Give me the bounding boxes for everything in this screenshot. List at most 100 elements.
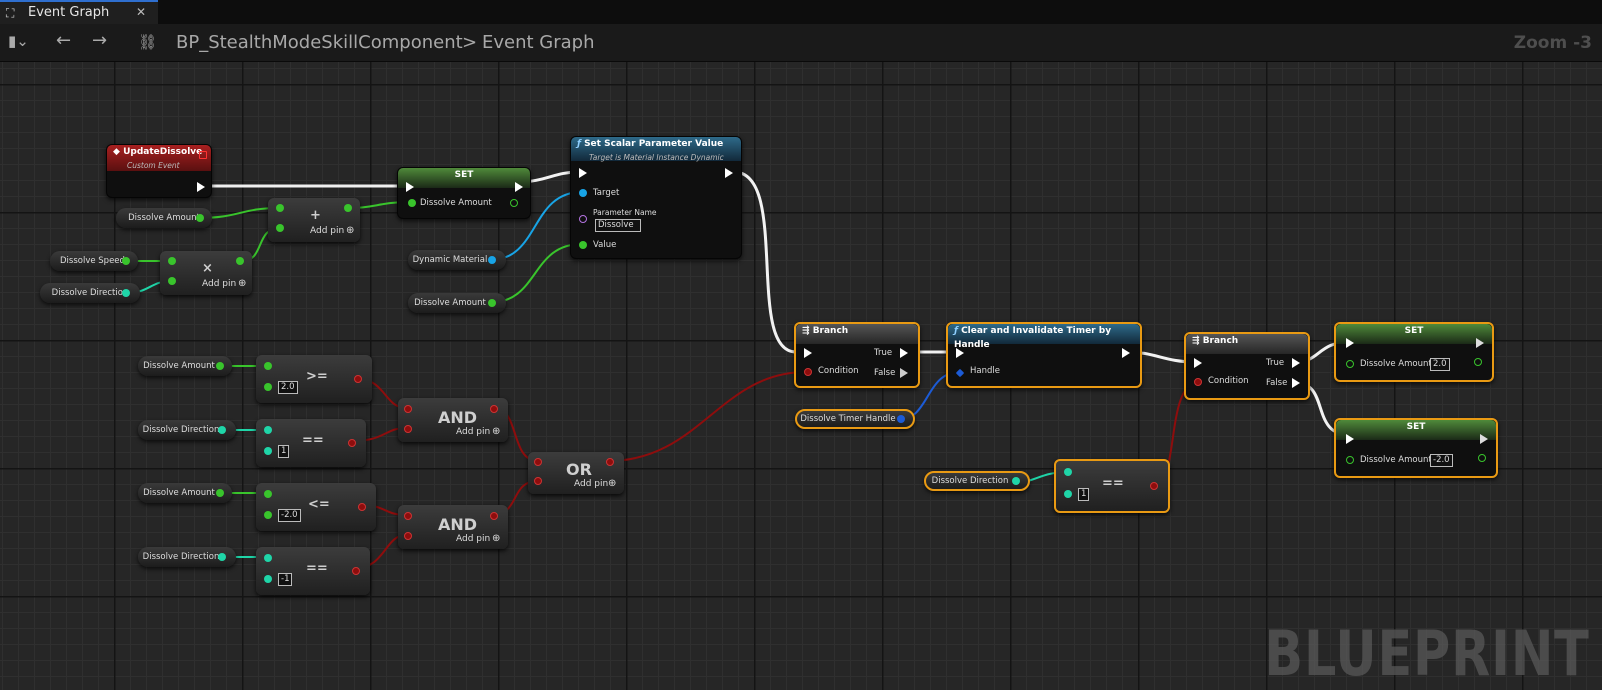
add-pin-button[interactable]: Add pin bbox=[456, 534, 490, 544]
int-pin[interactable] bbox=[1064, 490, 1072, 498]
float-pin[interactable] bbox=[276, 224, 284, 232]
exec-in-pin[interactable] bbox=[1346, 338, 1354, 348]
bool-pin[interactable] bbox=[404, 425, 412, 433]
object-pin[interactable] bbox=[579, 189, 587, 197]
float-out-pin[interactable] bbox=[236, 257, 244, 265]
branch-node[interactable]: ⇶ Branch Condition True False bbox=[1184, 332, 1310, 400]
int-out-pin[interactable] bbox=[218, 426, 226, 434]
exec-in-pin[interactable] bbox=[406, 182, 414, 192]
greater-equal-node[interactable]: 2.0 >= bbox=[256, 355, 372, 403]
int-pin[interactable] bbox=[264, 426, 272, 434]
bool-out-pin[interactable] bbox=[358, 503, 366, 511]
equal-node[interactable]: -1 == bbox=[256, 547, 370, 595]
add-pin-button[interactable]: Add pin bbox=[310, 226, 344, 236]
exec-false-pin[interactable] bbox=[1292, 378, 1300, 388]
int-pin[interactable] bbox=[1064, 468, 1072, 476]
var-dissolve-direction[interactable]: Dissolve Direction bbox=[138, 547, 236, 567]
int-pin[interactable] bbox=[264, 447, 272, 455]
exec-in-pin[interactable] bbox=[804, 348, 812, 358]
and-node[interactable]: AND Add pin ⊕ bbox=[398, 505, 508, 549]
exec-in-pin[interactable] bbox=[956, 348, 964, 358]
exec-in-pin[interactable] bbox=[579, 168, 587, 178]
back-arrow-icon[interactable]: ← bbox=[56, 30, 71, 51]
int-out-pin[interactable] bbox=[122, 289, 130, 297]
int-out-pin[interactable] bbox=[1012, 477, 1020, 485]
exec-out-pin[interactable] bbox=[725, 168, 733, 178]
equal-node[interactable]: 1 == bbox=[256, 419, 366, 467]
set-node[interactable]: SET Dissolve Amount 2.0 bbox=[1334, 322, 1494, 382]
float-pin[interactable] bbox=[168, 257, 176, 265]
struct-out-pin[interactable] bbox=[897, 415, 905, 423]
bookmark-icon[interactable]: ▮⌄ bbox=[8, 32, 29, 50]
bool-out-pin[interactable] bbox=[1150, 482, 1158, 490]
name-pin[interactable] bbox=[579, 215, 587, 223]
bool-pin[interactable] bbox=[534, 458, 542, 466]
custom-event-node[interactable]: ◆ UpdateDissolve Custom Event bbox=[106, 144, 212, 198]
float-out-pin[interactable] bbox=[122, 257, 130, 265]
bool-out-pin[interactable] bbox=[490, 512, 498, 520]
breadcrumb-graph[interactable]: Event Graph bbox=[482, 32, 595, 53]
set-node[interactable]: SET Dissolve Amount -2.0 bbox=[1334, 418, 1498, 478]
bool-out-pin[interactable] bbox=[606, 458, 614, 466]
bool-pin[interactable] bbox=[404, 405, 412, 413]
add-circle-icon[interactable]: ⊕ bbox=[608, 478, 616, 489]
add-circle-icon[interactable]: ⊕ bbox=[238, 278, 246, 289]
bool-pin[interactable] bbox=[804, 368, 812, 376]
add-circle-icon[interactable]: ⊕ bbox=[492, 426, 500, 437]
exec-true-pin[interactable] bbox=[1292, 358, 1300, 368]
set-node[interactable]: SET Dissolve Amount bbox=[397, 167, 531, 219]
bool-out-pin[interactable] bbox=[348, 439, 356, 447]
add-node[interactable]: + Add pin ⊕ bbox=[268, 198, 360, 242]
breadcrumb-blueprint[interactable]: BP_StealthModeSkillComponent bbox=[176, 32, 463, 53]
branch-node[interactable]: ⇶ Branch Condition True False bbox=[794, 322, 920, 388]
add-circle-icon[interactable]: ⊕ bbox=[492, 533, 500, 544]
float-out-pin[interactable] bbox=[1474, 358, 1482, 366]
float-out-pin[interactable] bbox=[1478, 454, 1486, 462]
less-equal-node[interactable]: -2.0 <= bbox=[256, 483, 376, 531]
var-dissolve-amount[interactable]: Dissolve Amount bbox=[408, 293, 506, 313]
set-value-field[interactable]: -2.0 bbox=[1430, 454, 1453, 467]
tab-event-graph[interactable]: ⛶ Event Graph ✕ bbox=[0, 0, 158, 24]
bool-pin[interactable] bbox=[404, 512, 412, 520]
exec-out-pin[interactable] bbox=[1476, 338, 1484, 348]
var-dissolve-timer-handle[interactable]: Dissolve Timer Handle bbox=[795, 409, 915, 429]
int-out-pin[interactable] bbox=[218, 553, 226, 561]
compare-value[interactable]: -2.0 bbox=[278, 509, 301, 522]
var-dissolve-direction[interactable]: Dissolve Direction bbox=[924, 471, 1030, 491]
var-dissolve-amount[interactable]: Dissolve Amount bbox=[138, 483, 232, 503]
var-dissolve-speed[interactable]: Dissolve Speed bbox=[50, 251, 138, 271]
float-pin[interactable] bbox=[264, 383, 272, 391]
float-pin[interactable] bbox=[264, 511, 272, 519]
add-pin-button[interactable]: Add pin bbox=[456, 427, 490, 437]
add-pin-button[interactable]: Add pin bbox=[574, 479, 608, 489]
object-out-pin[interactable] bbox=[488, 256, 496, 264]
multiply-node[interactable]: × Add pin ⊕ bbox=[160, 251, 252, 295]
float-pin[interactable] bbox=[579, 241, 587, 249]
float-pin[interactable] bbox=[264, 362, 272, 370]
clear-timer-node[interactable]: ƒ Clear and Invalidate Timer by Handle H… bbox=[946, 322, 1142, 388]
bool-out-pin[interactable] bbox=[352, 567, 360, 575]
delegate-pin[interactable] bbox=[199, 151, 207, 159]
float-out-pin[interactable] bbox=[344, 204, 352, 212]
float-out-pin[interactable] bbox=[196, 214, 204, 222]
and-node[interactable]: AND Add pin ⊕ bbox=[398, 398, 508, 442]
exec-true-pin[interactable] bbox=[900, 348, 908, 358]
forward-arrow-icon[interactable]: → bbox=[92, 30, 107, 51]
var-dissolve-direction[interactable]: Dissolve Direction bbox=[138, 420, 236, 440]
bool-out-pin[interactable] bbox=[490, 405, 498, 413]
exec-out-pin[interactable] bbox=[1122, 348, 1130, 358]
compare-value[interactable]: -1 bbox=[278, 573, 293, 586]
var-dynamic-material[interactable]: Dynamic Material bbox=[408, 250, 506, 270]
float-pin[interactable] bbox=[264, 490, 272, 498]
bool-pin[interactable] bbox=[1194, 378, 1202, 386]
add-circle-icon[interactable]: ⊕ bbox=[346, 225, 354, 236]
var-dissolve-direction[interactable]: Dissolve Direction bbox=[40, 283, 140, 303]
float-pin[interactable] bbox=[1346, 456, 1354, 464]
close-icon[interactable]: ✕ bbox=[136, 5, 146, 19]
float-pin[interactable] bbox=[168, 277, 176, 285]
exec-out-pin[interactable] bbox=[1480, 434, 1488, 444]
struct-pin[interactable] bbox=[955, 368, 965, 378]
float-out-pin[interactable] bbox=[510, 199, 518, 207]
int-pin[interactable] bbox=[264, 575, 272, 583]
float-out-pin[interactable] bbox=[216, 362, 224, 370]
